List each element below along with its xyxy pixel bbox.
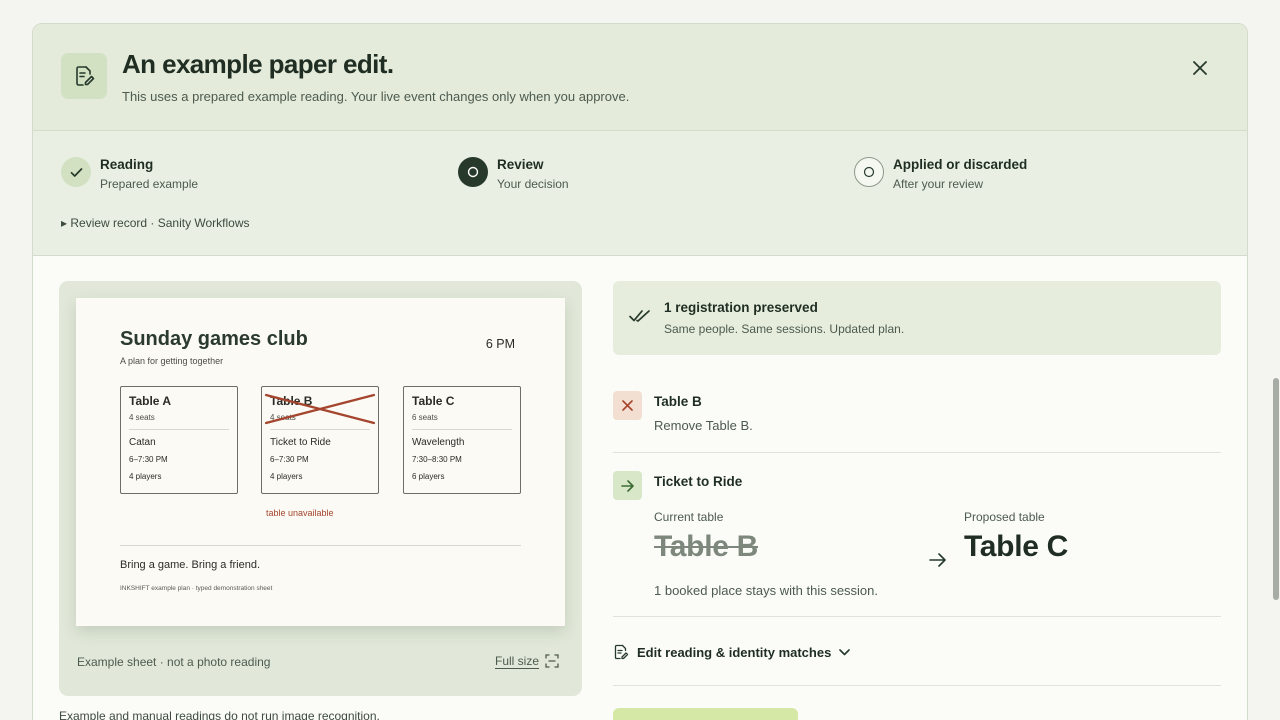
step-sub: Prepared example [100,177,199,191]
edit-document-icon [613,644,629,660]
step-applied: Applied or discarded After your review [854,157,1027,191]
change-remove-table: Table B Remove Table B. [613,391,1221,461]
step-title: Reading [100,157,154,172]
table-players: 4 players [270,472,303,481]
sheet-note: INKSHIFT example plan · typed demonstrat… [120,585,273,592]
table-name: Table A [129,394,172,408]
table-players: 4 players [129,472,162,481]
step-sub: Your decision [497,177,569,191]
table-time: 7:30–8:30 PM [412,455,462,464]
divider [412,429,512,430]
edit-reading-label: Edit reading & identity matches [637,644,832,660]
table-time: 6–7:30 PM [270,455,309,464]
current-table-label: Current table [654,510,724,524]
sheet-time: 6 PM [485,337,515,351]
remove-icon [613,391,642,420]
table-time: 6–7:30 PM [129,455,168,464]
change-move-session: Ticket to Ride Current table Table B Pro… [613,471,1221,621]
table-seats: 4 seats [129,413,155,422]
scrollbar[interactable] [1272,0,1280,720]
preview-caption: Example sheet · not a photo reading [77,655,271,669]
arrow-right-icon [613,471,642,500]
step-reading: Reading Prepared example [61,157,198,191]
step-title: Review [497,157,544,172]
divider [270,429,370,430]
divider [120,545,521,546]
table-card-b: Table B 4 seats Ticket to Ride 6–7:30 PM… [261,386,379,494]
sheet-preview: Sunday games club A plan for getting tog… [59,281,582,696]
table-players: 6 players [412,472,445,481]
unavailable-note: table unavailable [266,508,334,518]
preserved-title: 1 registration preserved [664,300,818,315]
preserved-sub: Same people. Same sessions. Updated plan… [664,322,905,336]
scrollbar-thumb[interactable] [1273,378,1279,600]
close-icon[interactable] [1189,57,1211,79]
sheet-subtitle: A plan for getting together [120,356,224,366]
proposed-table-label: Proposed table [964,510,1045,524]
current-step-icon [458,157,488,187]
paper-edit-modal: An example paper edit. This uses a prepa… [32,23,1248,720]
step-review: Review Your decision [458,157,569,191]
approve-button[interactable] [613,708,798,720]
manual-note: Example and manual readings do not run i… [59,709,380,720]
preserved-banner: 1 registration preserved Same people. Sa… [613,281,1221,355]
divider [613,616,1221,617]
full-size-label: Full size [494,654,539,668]
step-sub: After your review [893,177,984,191]
page-subtitle: This uses a prepared example reading. Yo… [122,89,630,104]
edit-document-icon [61,53,107,99]
double-check-icon [629,308,651,329]
booking-note: 1 booked place stays with this session. [654,583,879,598]
full-size-button[interactable]: Full size [495,654,559,668]
chevron-down-icon [839,648,851,656]
arrow-right-icon [929,553,946,572]
table-name: Table C [412,394,455,408]
step-title: Applied or discarded [893,157,1028,172]
check-icon [61,157,91,187]
table-card-a: Table A 4 seats Catan 6–7:30 PM 4 player… [120,386,238,494]
pending-step-icon [854,157,884,187]
change-title: Table B [654,394,702,409]
change-sub: Remove Table B. [654,418,753,433]
table-game: Catan [129,437,156,448]
table-seats: 6 seats [412,413,438,422]
current-table-value: Table B [654,530,759,563]
divider [129,429,229,430]
review-record-toggle[interactable]: ▸ Review record · Sanity Workflows [61,216,250,230]
edit-reading-toggle[interactable]: Edit reading & identity matches [613,644,851,660]
expand-icon [545,654,559,668]
divider [613,452,1221,453]
example-sheet: Sunday games club A plan for getting tog… [76,298,565,626]
change-title: Ticket to Ride [654,474,743,489]
modal-header: An example paper edit. This uses a prepa… [33,24,1247,131]
table-game: Ticket to Ride [270,437,331,448]
sheet-title: Sunday games club [120,328,308,350]
proposed-table-value: Table C [964,530,1069,563]
progress-steps: Reading Prepared example Review Your dec… [33,131,1247,256]
table-game: Wavelength [412,437,465,448]
page-title: An example paper edit. [122,49,394,79]
sheet-footer: Bring a game. Bring a friend. [120,559,261,571]
cross-out-mark [264,393,376,425]
table-card-c: Table C 6 seats Wavelength 7:30–8:30 PM … [403,386,521,494]
divider [613,685,1221,686]
